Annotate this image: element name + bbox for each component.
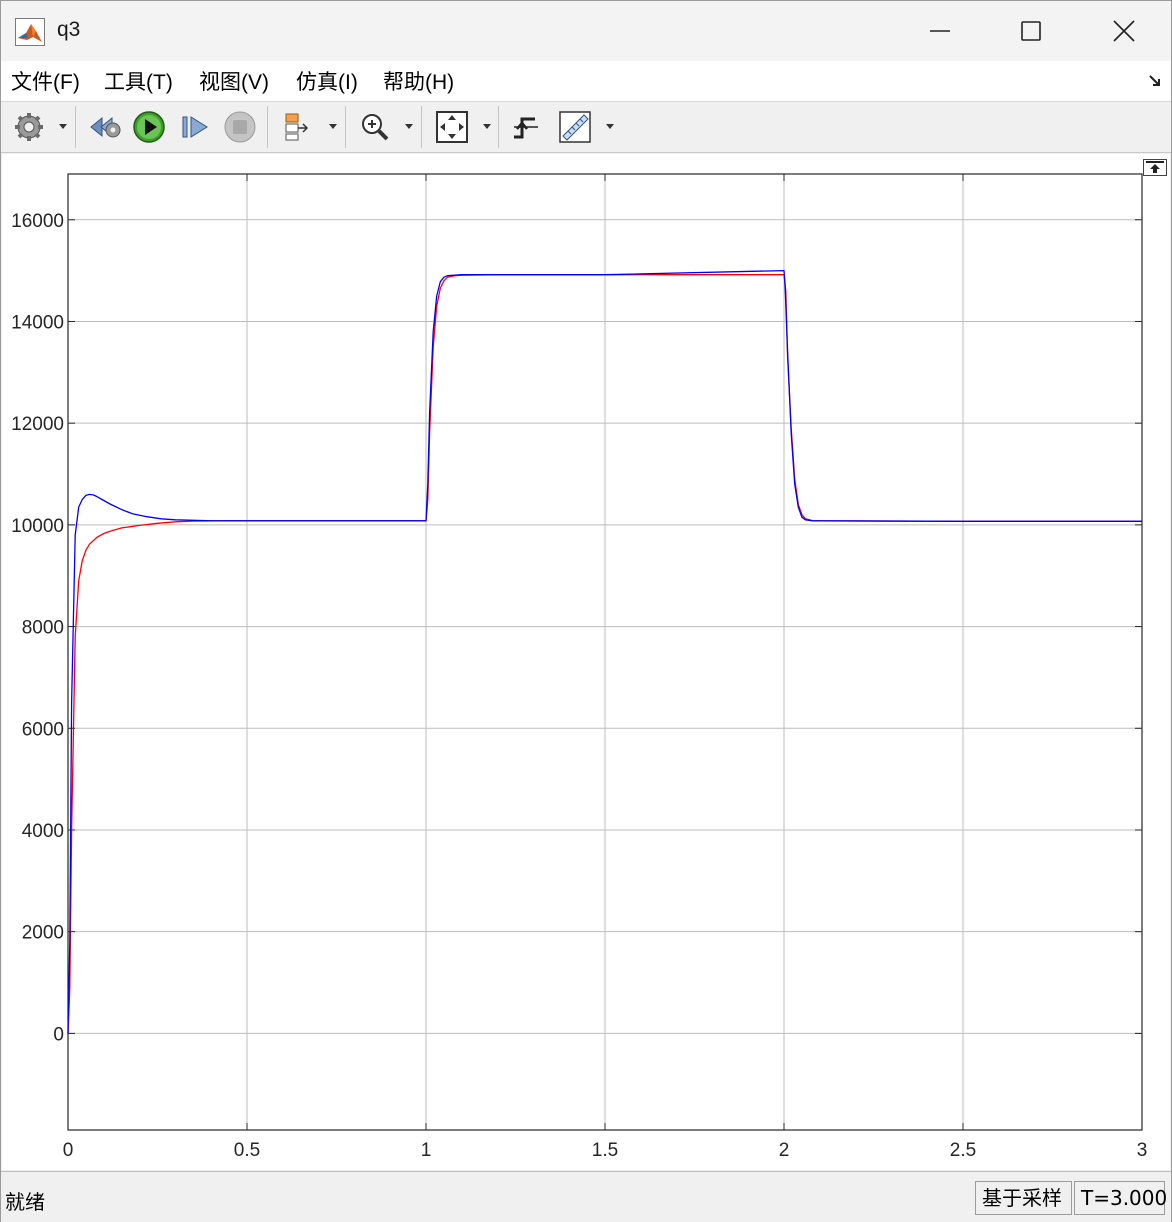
minimize-button[interactable] [911, 1, 969, 61]
y-tick-label: 14000 [11, 312, 64, 333]
stop-icon[interactable] [222, 110, 258, 144]
sample-mode-indicator: 基于采样 [975, 1181, 1072, 1215]
undock-arrow-icon[interactable] [1147, 73, 1163, 93]
y-tick-label: 0 [53, 1024, 64, 1045]
menu-bar: 文件(F) 工具(T) 视图(V) 仿真(I) 帮助(H) [1, 61, 1171, 102]
restore-layout-button[interactable] [1143, 159, 1167, 176]
toolbar-divider [75, 106, 76, 148]
measurements-icon[interactable] [556, 110, 594, 144]
x-tick-label: 3 [1137, 1140, 1148, 1161]
run-icon[interactable] [131, 110, 167, 144]
y-tick-label: 12000 [11, 414, 64, 435]
y-tick-label: 10000 [11, 516, 64, 537]
scope-plot[interactable]: 0 0.5 1 1.5 2 2.5 3 0 2000 4000 6000 8000 10000 12000… [2, 154, 1170, 1170]
fit-to-view-icon[interactable] [433, 110, 471, 144]
maximize-button[interactable] [1002, 1, 1060, 61]
signal-dropdown-icon[interactable] [329, 124, 337, 129]
zoom-dropdown-icon[interactable] [405, 124, 413, 129]
x-tick-label: 1.5 [592, 1140, 618, 1161]
x-tick-label: 0 [63, 1140, 74, 1161]
x-tick-label: 2 [779, 1140, 790, 1161]
toolbar-divider [345, 106, 346, 148]
menu-help[interactable]: 帮助(H) [383, 66, 454, 96]
toolbar-divider [421, 106, 422, 148]
y-tick-label: 8000 [22, 618, 64, 639]
toolbar-divider [267, 106, 268, 148]
maximize-icon [1021, 21, 1041, 41]
trigger-icon[interactable] [509, 110, 543, 144]
scope-display[interactable]: 0 0.5 1 1.5 2 2.5 3 0 2000 4000 6000 8000 10000 12000… [2, 154, 1170, 1170]
y-tick-label: 16000 [11, 211, 64, 232]
measurements-dropdown-icon[interactable] [606, 124, 614, 129]
settings-dropdown-icon[interactable] [59, 124, 67, 129]
menu-simulation[interactable]: 仿真(I) [296, 66, 358, 96]
toolbar-divider [498, 106, 499, 148]
toolbar [1, 102, 1171, 153]
status-text: 就绪 [5, 1190, 45, 1214]
menu-file[interactable]: 文件(F) [11, 66, 80, 96]
matlab-logo-icon [15, 18, 45, 46]
settings-gear-icon[interactable] [11, 110, 47, 144]
y-tick-label: 2000 [22, 923, 64, 944]
status-bar: 就绪 基于采样 T=3.000 [1, 1171, 1171, 1222]
x-tick-label: 2.5 [950, 1140, 976, 1161]
step-forward-icon[interactable] [177, 110, 213, 144]
simulation-time: T=3.000 [1074, 1181, 1167, 1215]
window-title: q3 [57, 18, 81, 41]
signal-select-icon[interactable] [279, 110, 315, 144]
scope-window: q3 文件(F) 工具(T) 视图(V) 仿真(I) 帮助(H) 0 0.5 1… [0, 0, 1172, 1222]
y-tick-label: 4000 [22, 821, 64, 842]
x-tick-label: 1 [421, 1140, 432, 1161]
close-icon [1113, 20, 1135, 42]
y-tick-label: 6000 [22, 719, 64, 740]
expand-up-icon [1146, 161, 1164, 173]
close-button[interactable] [1095, 1, 1153, 61]
x-tick-label: 0.5 [234, 1140, 260, 1161]
menu-tools[interactable]: 工具(T) [104, 66, 173, 96]
title-bar: q3 [1, 1, 1171, 61]
step-back-icon[interactable] [87, 110, 123, 144]
minimize-icon [930, 30, 950, 32]
fit-dropdown-icon[interactable] [483, 124, 491, 129]
menu-view[interactable]: 视图(V) [199, 66, 269, 96]
zoom-in-icon[interactable] [357, 110, 393, 144]
